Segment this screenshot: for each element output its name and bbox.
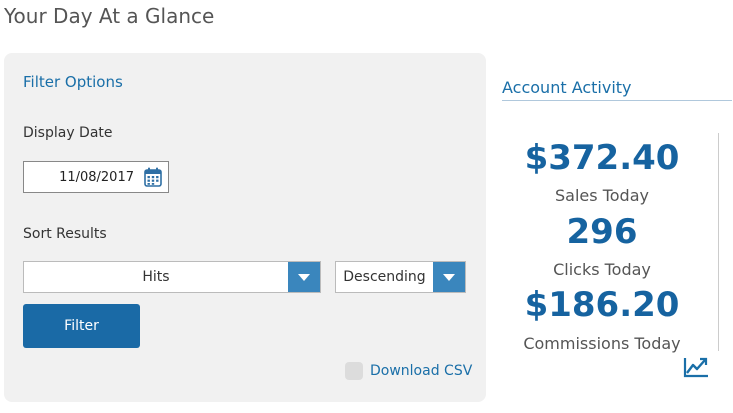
page-title: Your Day At a Glance	[4, 4, 215, 28]
filter-options-heading: Filter Options	[23, 73, 123, 91]
sort-order-value: Descending	[343, 269, 426, 285]
sales-today-value: $372.40	[524, 138, 680, 178]
display-date-label: Display Date	[23, 125, 113, 141]
activity-divider	[718, 133, 719, 351]
sort-results-label: Sort Results	[23, 226, 107, 242]
sort-field-value: Hits	[142, 269, 170, 285]
download-csv[interactable]: Download CSV	[345, 362, 472, 380]
commissions-today-label: Commissions Today	[523, 334, 681, 353]
chevron-down-icon[interactable]	[288, 262, 320, 292]
sales-today-label: Sales Today	[555, 186, 649, 205]
account-activity-heading: Account Activity	[502, 78, 632, 97]
heading-divider	[502, 100, 732, 101]
calendar-icon[interactable]	[144, 167, 162, 187]
download-csv-checkbox[interactable]	[345, 362, 363, 380]
commissions-today-value: $186.20	[524, 285, 680, 325]
download-csv-link[interactable]: Download CSV	[370, 363, 472, 379]
trend-chart-icon[interactable]	[683, 356, 709, 378]
sort-order-select[interactable]: Descending	[335, 261, 466, 293]
clicks-today-value: 296	[566, 212, 638, 252]
filter-panel: Filter Options Display Date 11/08/2017 S…	[4, 53, 486, 402]
display-date-input[interactable]: 11/08/2017	[23, 161, 169, 193]
chevron-down-icon[interactable]	[433, 262, 465, 292]
clicks-today-label: Clicks Today	[553, 260, 651, 279]
filter-button[interactable]: Filter	[23, 304, 140, 348]
display-date-value: 11/08/2017	[59, 169, 134, 185]
sort-field-select[interactable]: Hits	[23, 261, 321, 293]
